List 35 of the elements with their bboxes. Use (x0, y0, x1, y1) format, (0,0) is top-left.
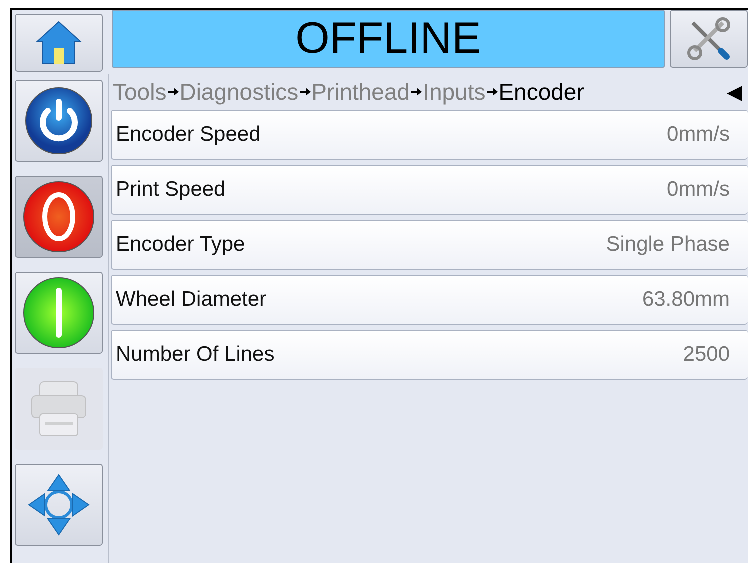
wrench-screwdriver-icon (687, 17, 731, 61)
setting-label: Print Speed (116, 178, 226, 202)
setting-value: Single Phase (606, 233, 730, 257)
arrow-icon (300, 88, 311, 96)
back-button[interactable]: ◀ (727, 80, 742, 104)
setting-row[interactable]: Wheel Diameter 63.80mm (111, 275, 748, 325)
setting-value: 0mm/s (667, 123, 730, 147)
house-icon (36, 21, 82, 65)
setting-label: Number Of Lines (116, 343, 275, 367)
setting-value: 63.80mm (642, 288, 730, 312)
setting-label: Encoder Speed (116, 123, 261, 147)
setting-row[interactable]: Number Of Lines 2500 (111, 330, 748, 380)
start-icon (23, 277, 95, 349)
setting-row[interactable]: Encoder Type Single Phase (111, 220, 748, 270)
setting-row[interactable]: Print Speed 0mm/s (111, 165, 748, 215)
arrow-icon (411, 88, 422, 96)
start-button[interactable] (15, 272, 103, 354)
arrow-icon (168, 88, 179, 96)
setting-row[interactable]: Encoder Speed 0mm/s (111, 110, 748, 160)
status-banner: OFFLINE (112, 10, 665, 68)
stop-button[interactable] (15, 176, 103, 258)
power-button[interactable] (15, 80, 103, 162)
home-button[interactable] (15, 14, 103, 72)
setting-value: 2500 (683, 343, 730, 367)
setting-label: Wheel Diameter (116, 288, 267, 312)
setting-value: 0mm/s (667, 178, 730, 202)
power-icon (25, 87, 93, 155)
navigation-icon (27, 473, 91, 537)
setting-label: Encoder Type (116, 233, 246, 257)
stop-icon (23, 181, 95, 253)
arrow-icon (486, 88, 498, 96)
tools-button[interactable] (670, 10, 748, 68)
navigate-button[interactable] (15, 464, 103, 546)
printer-icon (30, 380, 88, 438)
breadcrumb-link[interactable]: Encoder (498, 78, 584, 106)
